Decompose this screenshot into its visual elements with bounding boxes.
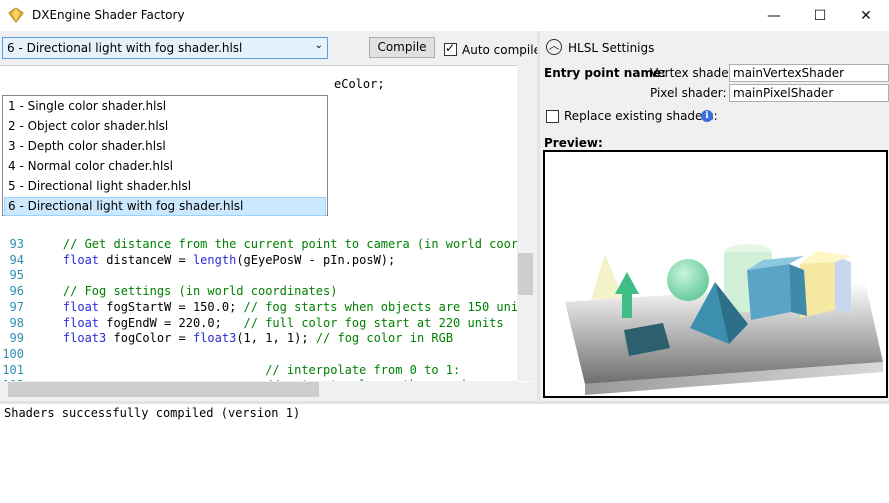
shader-option[interactable]: 5 - Directional light shader.hlsl — [4, 177, 326, 196]
output-message: Shaders successfully compiled (version 1… — [4, 406, 301, 420]
line-number: 100 — [2, 346, 24, 361]
output-log[interactable]: Shaders successfully compiled (version 1… — [0, 404, 889, 503]
info-icon[interactable]: i — [701, 110, 713, 122]
code-line: 94 float distanceW = length(gEyePosW - p… — [0, 253, 532, 269]
close-button[interactable]: ✕ — [843, 0, 889, 31]
settings-pane: ︿ HLSL Settinigs Entry point name: Verte… — [540, 31, 889, 400]
line-number: 98 — [9, 315, 24, 330]
code-line: 100 — [0, 347, 532, 363]
preview-label: Preview: — [544, 136, 603, 150]
vertical-scrollbar[interactable] — [517, 65, 534, 381]
line-number: 93 — [9, 237, 24, 251]
code-line: 97 float fogStartW = 150.0; // fog start… — [0, 300, 532, 316]
code-fragment: eColor; — [334, 77, 385, 91]
yellow-box-side — [835, 256, 851, 314]
scrollbar-thumb[interactable] — [518, 253, 533, 295]
line-number: 99 — [9, 331, 24, 346]
code-line: 98 float fogEndW = 220.0; // full color … — [0, 316, 532, 332]
green-sphere — [667, 259, 709, 301]
shader-option[interactable]: 4 - Normal color chader.hlsl — [4, 157, 326, 176]
replace-shaders-label: Replace existing shaders: — [564, 109, 718, 123]
line-code: float fogEndW = 220.0; // full color fog… — [62, 315, 504, 330]
vertex-shader-input[interactable]: mainVertexShader — [729, 64, 889, 82]
replace-shaders-checkbox[interactable] — [546, 110, 559, 123]
shader-select-value: 6 - Directional light with fog shader.hl… — [7, 41, 243, 55]
app-logo-icon — [8, 7, 24, 23]
preview-viewport[interactable] — [543, 150, 888, 398]
window-title: DXEngine Shader Factory — [32, 8, 185, 22]
line-code: // interpolate from 0 to 1: — [265, 362, 461, 377]
line-code: float fogStartW = 150.0; // fog starts w… — [62, 299, 519, 314]
shader-option[interactable]: 3 - Depth color shader.hlsl — [4, 137, 326, 156]
maximize-button[interactable]: ☐ — [797, 0, 843, 31]
code-line: 101 // interpolate from 0 to 1: — [0, 363, 532, 379]
line-code: float distanceW = length(gEyePosW - pIn.… — [62, 252, 396, 267]
preview-scene — [565, 244, 883, 395]
shader-option[interactable]: 6 - Directional light with fog shader.hl… — [4, 197, 326, 216]
blue-box-front — [747, 264, 791, 320]
line-code: // Get distance from the current point t… — [62, 237, 519, 251]
auto-compile-label: Auto compile — [462, 43, 541, 57]
line-code: // Fog settings (in world coordinates) — [62, 284, 338, 299]
pixel-shader-input[interactable]: mainPixelShader — [729, 84, 889, 102]
scrollbar-thumb[interactable] — [8, 382, 319, 397]
code-line: 99 float3 fogColor = float3(1, 1, 1); //… — [0, 331, 532, 347]
chevron-down-icon: ⌄ — [314, 40, 323, 51]
line-code: float3 fogColor = float3(1, 1, 1); // fo… — [62, 331, 454, 346]
line-number: 101 — [2, 362, 24, 377]
shader-select[interactable]: 6 - Directional light with fog shader.hl… — [2, 37, 328, 59]
horizontal-scrollbar[interactable] — [0, 381, 517, 398]
auto-compile-checkbox[interactable] — [444, 41, 457, 56]
minimize-button[interactable]: — — [751, 0, 797, 31]
vertex-shader-label: Vertex shader: — [650, 66, 738, 80]
code-line: 95 — [0, 268, 532, 284]
shader-option[interactable]: 2 - Object color shader.hlsl — [4, 117, 326, 136]
pixel-shader-label: Pixel shader: — [650, 86, 727, 100]
hlsl-settings-label: HLSL Settinigs — [568, 41, 655, 55]
shader-dropdown-list: 1 - Single color shader.hlsl 2 - Object c… — [2, 95, 328, 216]
line-number: 95 — [9, 268, 24, 283]
compile-button[interactable]: Compile — [369, 37, 435, 58]
shader-option[interactable]: 1 - Single color shader.hlsl — [4, 97, 326, 116]
editor-pane: 6 - Directional light with fog shader.hl… — [0, 31, 541, 400]
line-number: 97 — [9, 299, 24, 314]
collapse-icon[interactable]: ︿ — [546, 39, 562, 55]
line-number: 94 — [9, 252, 24, 267]
line-number: 96 — [9, 284, 24, 299]
code-line: 93 // Get distance from the current poin… — [0, 237, 532, 253]
entry-point-label: Entry point name: — [544, 66, 666, 80]
code-line: 96 // Fog settings (in world coordinates… — [0, 284, 532, 300]
title-bar: DXEngine Shader Factory — ☐ ✕ — [0, 0, 889, 31]
